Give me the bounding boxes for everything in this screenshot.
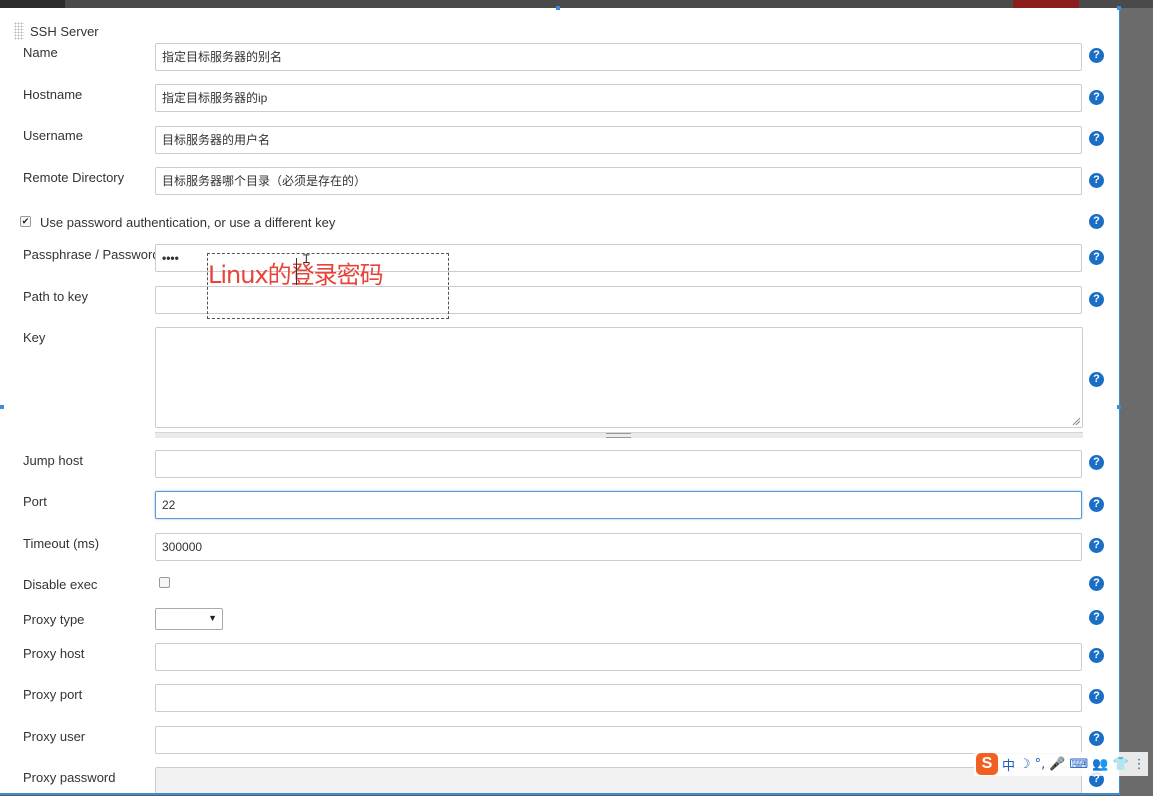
ime-mode-icon[interactable]: 中: [1002, 755, 1015, 774]
disable-exec-checkbox[interactable]: [159, 577, 170, 588]
timeout-input[interactable]: 300000: [155, 533, 1082, 561]
ssh-server-panel: SSH Server Name 指定目标服务器的别名 ? Hostname 指定…: [0, 8, 1120, 795]
help-icon[interactable]: ?: [1089, 576, 1104, 591]
section-title: SSH Server: [30, 23, 99, 39]
proxy-type-select[interactable]: ▼: [155, 608, 223, 630]
passphrase-label: Passphrase / Password: [23, 247, 160, 262]
users-icon[interactable]: 👥: [1092, 757, 1108, 772]
help-icon[interactable]: ?: [1089, 455, 1104, 470]
ime-toolbar[interactable]: S 中 ☽ °, 🎤 ⌨ 👥 👕 ⋮: [974, 752, 1148, 776]
jump-host-input[interactable]: [155, 450, 1082, 478]
ibeam-cursor-icon: Ɪ: [303, 252, 310, 266]
text-cursor: [296, 258, 297, 285]
help-icon[interactable]: ?: [1089, 48, 1104, 63]
proxy-user-label: Proxy user: [23, 729, 86, 744]
key-textarea[interactable]: [155, 327, 1083, 428]
punctuation-icon[interactable]: °,: [1035, 757, 1046, 772]
help-icon[interactable]: ?: [1089, 731, 1104, 746]
textarea-resize-icon[interactable]: [1071, 416, 1081, 426]
help-icon[interactable]: ?: [1089, 538, 1104, 553]
proxy-port-input[interactable]: [155, 684, 1082, 712]
disable-exec-label: Disable exec: [23, 577, 98, 592]
help-icon[interactable]: ?: [1089, 131, 1104, 146]
help-icon[interactable]: ?: [1089, 372, 1104, 387]
proxy-host-input[interactable]: [155, 643, 1082, 671]
help-icon[interactable]: ?: [1089, 689, 1104, 704]
help-icon[interactable]: ?: [1089, 250, 1104, 265]
selection-handle[interactable]: [0, 405, 4, 409]
shirt-icon[interactable]: 👕: [1112, 757, 1128, 772]
hostname-input[interactable]: 指定目标服务器的ip: [155, 84, 1082, 112]
selection-handle[interactable]: [556, 6, 560, 10]
port-label: Port: [23, 494, 47, 509]
resize-grip-icon[interactable]: [606, 433, 631, 438]
sogou-logo-icon[interactable]: S: [976, 753, 998, 775]
microphone-icon[interactable]: 🎤: [1049, 757, 1065, 772]
proxy-type-label: Proxy type: [23, 612, 85, 627]
selection-handle[interactable]: [1117, 6, 1121, 10]
drag-handle-icon[interactable]: [14, 22, 24, 40]
top-window-strip: [0, 0, 1153, 9]
help-icon[interactable]: ?: [1089, 292, 1104, 307]
remote-directory-input[interactable]: 目标服务器哪个目录（必须是存在的）: [155, 167, 1082, 195]
path-to-key-label: Path to key: [23, 289, 89, 304]
proxy-password-label: Proxy password: [23, 770, 116, 785]
timeout-label: Timeout (ms): [23, 536, 100, 551]
key-label: Key: [23, 330, 46, 345]
dropdown-arrow-icon: ▼: [208, 613, 217, 623]
use-password-label: Use password authentication, or use a di…: [40, 215, 336, 230]
help-icon[interactable]: ?: [1089, 214, 1104, 229]
help-icon[interactable]: ?: [1089, 648, 1104, 663]
section-header: SSH Server: [14, 22, 99, 40]
jump-host-label: Jump host: [23, 453, 83, 468]
proxy-port-label: Proxy port: [23, 687, 83, 702]
help-icon[interactable]: ?: [1089, 90, 1104, 105]
name-label: Name: [23, 45, 58, 60]
use-password-checkbox[interactable]: ✔: [20, 216, 31, 227]
moon-icon[interactable]: ☽: [1019, 757, 1031, 772]
hostname-label: Hostname: [23, 87, 83, 102]
top-left-block: [0, 0, 65, 8]
username-input[interactable]: 目标服务器的用户名: [155, 126, 1082, 154]
right-background-strip: [1120, 8, 1153, 796]
help-icon[interactable]: ?: [1089, 497, 1104, 512]
more-icon[interactable]: ⋮: [1133, 757, 1146, 772]
selection-handle[interactable]: [1117, 405, 1121, 409]
name-input[interactable]: 指定目标服务器的别名: [155, 43, 1082, 71]
port-input[interactable]: 22: [155, 491, 1082, 519]
username-label: Username: [23, 128, 83, 143]
proxy-password-input[interactable]: [155, 767, 1082, 793]
help-icon[interactable]: ?: [1089, 610, 1104, 625]
proxy-host-label: Proxy host: [23, 646, 85, 661]
remote-directory-label: Remote Directory: [23, 170, 125, 185]
keyboard-icon[interactable]: ⌨: [1070, 757, 1089, 772]
proxy-user-input[interactable]: [155, 726, 1082, 754]
help-icon[interactable]: ?: [1089, 173, 1104, 188]
